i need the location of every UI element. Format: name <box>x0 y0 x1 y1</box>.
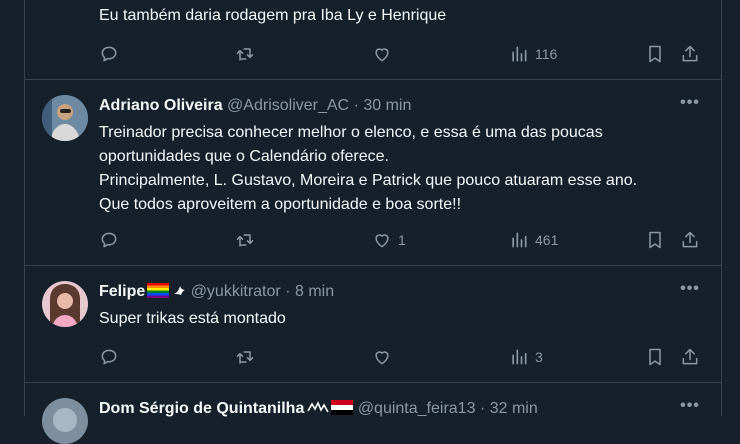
more-button[interactable]: ••• <box>679 280 701 302</box>
avatar[interactable] <box>42 398 88 444</box>
share-button[interactable] <box>680 41 700 67</box>
like-icon <box>375 48 389 62</box>
like-icon <box>375 351 389 365</box>
tweet-text-line: Super trikas está montado <box>99 310 286 327</box>
retweet-button[interactable] <box>235 227 255 253</box>
rainbow-flag-icon <box>147 283 170 298</box>
share-icon <box>682 45 698 62</box>
handle[interactable]: @quinta_feira13 <box>358 400 476 417</box>
tweet-text: Treinador precisa conhecer melhor o elen… <box>99 121 709 217</box>
tweet-actions: 3 <box>25 344 721 370</box>
retweet-button[interactable] <box>235 41 255 67</box>
share-button[interactable] <box>680 227 700 253</box>
tweet-header: Felipe @yukkitrator · 8 min <box>99 281 334 303</box>
tweet[interactable]: Dom Sérgio de Quintanilha @quinta_feira1… <box>25 383 721 444</box>
tweet-text: Super trikas está montado <box>99 307 709 331</box>
bookmark-icon <box>649 45 661 63</box>
reply-icon <box>101 232 117 248</box>
more-button[interactable]: ••• <box>679 397 701 419</box>
bookmark-button[interactable] <box>645 41 665 67</box>
views-count: 3 <box>535 349 543 365</box>
tweet-actions: 1 461 <box>25 227 721 253</box>
like-icon <box>375 234 389 248</box>
tweet-text: Eu também daria rodagem pra Iba Ly e Hen… <box>99 4 709 28</box>
timestamp[interactable]: 8 min <box>295 283 334 300</box>
views-icon <box>512 232 527 248</box>
share-button[interactable] <box>680 344 700 370</box>
like-button[interactable] <box>372 344 392 370</box>
more-icon: ••• <box>680 397 700 414</box>
like-button[interactable]: 1 <box>372 227 406 253</box>
tweet[interactable]: Felipe @yukkitrator · 8 min ••• Super tr… <box>25 266 721 383</box>
tweet-header: Adriano Oliveira @Adrisoliver_AC · 30 mi… <box>99 95 411 117</box>
views-button[interactable]: 116 <box>509 41 557 67</box>
avatar-photo-icon <box>42 281 88 327</box>
avatar-photo-icon <box>42 95 88 141</box>
tweet[interactable]: Eu também daria rodagem pra Iba Ly e Hen… <box>25 0 721 80</box>
separator: · <box>353 97 359 114</box>
views-icon <box>512 349 527 365</box>
timestamp[interactable]: 32 min <box>490 400 538 417</box>
like-count: 1 <box>398 232 406 248</box>
handle[interactable]: @yukkitrator <box>191 283 281 300</box>
tweet-header: Dom Sérgio de Quintanilha @quinta_feira1… <box>99 398 538 420</box>
club-flag-icon <box>331 400 354 415</box>
avatar[interactable] <box>42 281 88 327</box>
bookmark-icon <box>649 231 661 249</box>
tweet-text-line: Eu também daria rodagem pra Iba Ly e Hen… <box>99 7 447 24</box>
share-icon <box>682 231 698 248</box>
display-name[interactable]: Felipe <box>99 283 145 300</box>
club-logo-icon <box>307 401 330 413</box>
tweet-text-line: Principalmente, L. Gustavo, Moreira e Pa… <box>99 172 638 189</box>
more-button[interactable]: ••• <box>679 94 701 116</box>
tweet-text-line: oportunidades que o Calendário oferece. <box>99 148 389 165</box>
retweet-icon <box>236 351 254 364</box>
handle[interactable]: @Adrisoliver_AC <box>227 97 349 114</box>
retweet-button[interactable] <box>235 344 255 370</box>
share-icon <box>682 348 698 365</box>
like-button[interactable] <box>372 41 392 67</box>
bookmark-button[interactable] <box>645 227 665 253</box>
views-button[interactable]: 3 <box>509 344 543 370</box>
tweet-text-line: Treinador precisa conhecer melhor o elen… <box>99 124 603 141</box>
separator: · <box>479 400 486 417</box>
avatar-photo-icon <box>42 398 88 444</box>
views-button[interactable]: 461 <box>509 227 558 253</box>
bird-emoji-icon <box>174 286 186 295</box>
display-name[interactable]: Dom Sérgio de Quintanilha <box>99 400 304 417</box>
reply-button[interactable] <box>99 41 119 67</box>
views-icon <box>512 46 527 62</box>
display-name[interactable]: Adriano Oliveira <box>99 97 223 114</box>
reply-icon <box>101 46 117 62</box>
tweet-actions: 116 <box>25 41 721 67</box>
more-icon: ••• <box>680 94 700 111</box>
retweet-icon <box>236 234 254 247</box>
views-count: 116 <box>535 46 558 62</box>
reply-button[interactable] <box>99 227 119 253</box>
tweet-text-line: Que todos aproveitem a oportunidade e bo… <box>99 196 462 213</box>
avatar[interactable] <box>42 95 88 141</box>
timeline: Eu também daria rodagem pra Iba Ly e Hen… <box>24 0 722 444</box>
bookmark-button[interactable] <box>645 344 665 370</box>
reply-icon <box>101 349 117 365</box>
timestamp[interactable]: 30 min <box>363 97 411 114</box>
reply-button[interactable] <box>99 344 119 370</box>
bookmark-icon <box>649 348 661 366</box>
tweet[interactable]: Adriano Oliveira @Adrisoliver_AC · 30 mi… <box>25 80 721 266</box>
retweet-icon <box>236 48 254 61</box>
more-icon: ••• <box>680 280 700 297</box>
separator: · <box>285 283 291 300</box>
views-count: 461 <box>535 232 559 248</box>
